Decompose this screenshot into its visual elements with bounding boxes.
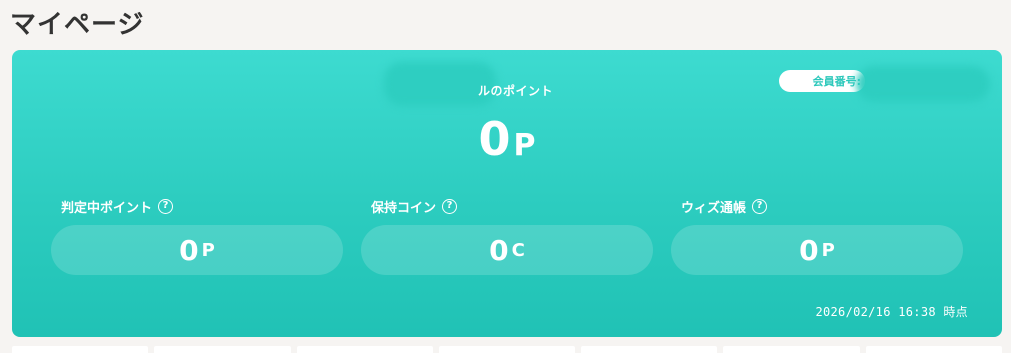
wiz-passbook-label-text: ウィズ通帳 xyxy=(681,200,747,216)
pending-points-value-pill: 0P xyxy=(51,225,343,275)
next-card-edge xyxy=(723,346,860,353)
help-icon[interactable]: ? xyxy=(752,198,768,214)
updated-timestamp: 2026/02/16 16:38 時点 xyxy=(815,305,968,319)
wiz-passbook-label: ウィズ通帳 ? xyxy=(681,196,963,216)
page-title: マイページ xyxy=(10,10,145,40)
next-card-edge xyxy=(438,346,576,353)
next-card-edge xyxy=(581,346,718,353)
pending-points-number: 0 xyxy=(179,233,200,267)
main-points-number: 0 xyxy=(478,112,512,166)
next-card-edge xyxy=(865,346,1002,353)
member-number-label: 会員番号: xyxy=(812,75,861,88)
pending-points-label: 判定中ポイント ? xyxy=(61,196,343,216)
held-coins-label-text: 保持コイン xyxy=(371,200,437,216)
pending-points-label-text: 判定中ポイント xyxy=(61,200,153,216)
next-card-edge xyxy=(154,346,291,353)
next-card-edge xyxy=(296,346,433,353)
held-coins-label: 保持コイン ? xyxy=(371,196,653,216)
wiz-passbook-stat: ウィズ通帳 ? 0P xyxy=(671,196,963,275)
held-coins-number: 0 xyxy=(489,233,510,267)
main-points-unit: P xyxy=(513,128,536,163)
help-icon[interactable]: ? xyxy=(158,198,174,214)
wiz-passbook-number: 0 xyxy=(799,233,820,267)
next-card-edge xyxy=(12,346,149,353)
held-coins-value-pill: 0C xyxy=(361,225,653,275)
wiz-passbook-value-pill: 0P xyxy=(671,225,963,275)
held-coins-stat: 保持コイン ? 0C xyxy=(361,196,653,275)
held-coins-unit: C xyxy=(511,239,525,261)
next-section-edge xyxy=(12,346,1002,353)
points-card: 会員番号: ルのポイント 0P 判定中ポイント ? 0P 保持コイン ? 0C … xyxy=(12,50,1002,337)
wiz-passbook-unit: P xyxy=(821,239,835,261)
main-points-label: ルのポイント xyxy=(478,84,554,98)
member-number-badge: 会員番号: xyxy=(779,70,865,92)
main-points-value: 0P xyxy=(12,112,1002,166)
pending-points-stat: 判定中ポイント ? 0P xyxy=(51,196,343,275)
help-icon[interactable]: ? xyxy=(442,198,458,214)
pending-points-unit: P xyxy=(201,239,215,261)
redacted-member-number-blur xyxy=(856,66,990,102)
